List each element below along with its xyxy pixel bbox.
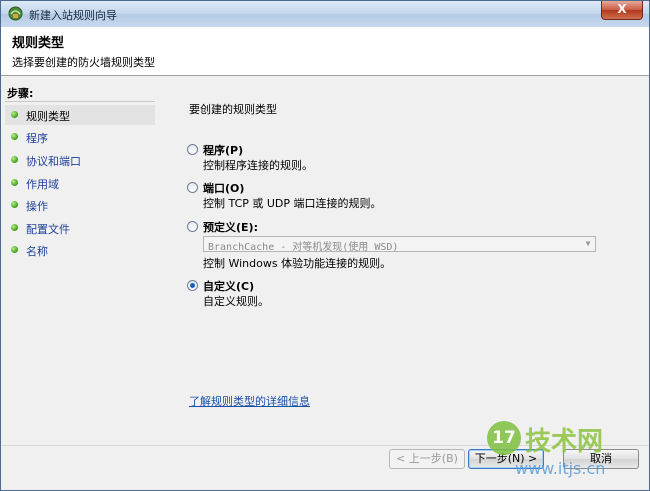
option-port-desc: 控制 TCP 或 UDP 端口连接的规则。 bbox=[203, 197, 382, 210]
cancel-button[interactable]: 取消 bbox=[563, 449, 639, 469]
sidebar-item-name[interactable]: 名称 bbox=[5, 240, 155, 260]
sidebar-item-label: 规则类型 bbox=[26, 110, 70, 123]
step-dot-icon bbox=[11, 111, 18, 118]
option-program-label[interactable]: 程序(P) bbox=[203, 142, 243, 158]
sidebar-item-program[interactable]: 程序 bbox=[5, 127, 155, 147]
option-custom-label[interactable]: 自定义(C) bbox=[203, 278, 254, 294]
title-bar: 新建入站规则向导 X bbox=[1, 1, 649, 28]
next-button[interactable]: 下一步(N) > bbox=[468, 449, 544, 469]
main-content: 要创建的规则类型 程序(P) 控制程序连接的规则。 端口(O) 控制 TCP 或… bbox=[159, 83, 639, 443]
sidebar-item-label: 名称 bbox=[26, 245, 48, 258]
sidebar-item-label: 协议和端口 bbox=[26, 155, 81, 168]
step-dot-icon bbox=[11, 224, 18, 231]
option-predefined-desc: 控制 Windows 体验功能连接的规则。 bbox=[203, 257, 392, 270]
step-dot-icon bbox=[11, 133, 18, 140]
predefined-select-value: BranchCache - 对等机发现(使用 WSD) bbox=[208, 242, 399, 253]
option-custom-desc: 自定义规则。 bbox=[203, 295, 269, 308]
step-dot-icon bbox=[11, 156, 18, 163]
sidebar-item-rule-type[interactable]: 规则类型 bbox=[5, 105, 155, 125]
sidebar-item-label: 操作 bbox=[26, 200, 48, 213]
steps-sidebar: 步骤: 规则类型 程序 协议和端口 作用域 操作 配置文件 名称 bbox=[1, 83, 157, 463]
sidebar-item-profile[interactable]: 配置文件 bbox=[5, 218, 155, 238]
sidebar-item-label: 配置文件 bbox=[26, 223, 70, 236]
sidebar-item-action[interactable]: 操作 bbox=[5, 195, 155, 215]
option-port-label[interactable]: 端口(O) bbox=[203, 180, 244, 196]
sidebar-item-label: 程序 bbox=[26, 132, 48, 145]
steps-label: 步骤: bbox=[7, 87, 34, 100]
radio-port[interactable] bbox=[187, 182, 198, 193]
step-dot-icon bbox=[11, 179, 18, 186]
back-button[interactable]: < 上一步(B) bbox=[389, 449, 465, 469]
wizard-window: 新建入站规则向导 X 规则类型 选择要创建的防火墙规则类型 步骤: 规则类型 程… bbox=[0, 0, 650, 491]
page-title: 规则类型 bbox=[12, 36, 65, 51]
wizard-header: 规则类型 选择要创建的防火墙规则类型 bbox=[1, 27, 649, 76]
close-button[interactable]: X bbox=[601, 1, 643, 20]
sidebar-item-protocol-ports[interactable]: 协议和端口 bbox=[5, 150, 155, 170]
chevron-down-icon: ▼ bbox=[585, 239, 591, 248]
radio-custom[interactable] bbox=[187, 280, 198, 291]
learn-more-link[interactable]: 了解规则类型的详细信息 bbox=[189, 393, 310, 409]
step-dot-icon bbox=[11, 201, 18, 208]
sidebar-item-scope[interactable]: 作用域 bbox=[5, 173, 155, 193]
radio-predefined[interactable] bbox=[187, 221, 198, 232]
window-title: 新建入站规则向导 bbox=[29, 9, 117, 22]
rule-type-prompt: 要创建的规则类型 bbox=[189, 103, 277, 116]
predefined-select[interactable]: BranchCache - 对等机发现(使用 WSD) ▼ bbox=[203, 236, 596, 253]
step-dot-icon bbox=[11, 246, 18, 253]
option-program-desc: 控制程序连接的规则。 bbox=[203, 159, 313, 172]
radio-program[interactable] bbox=[187, 144, 198, 155]
option-predefined-label[interactable]: 预定义(E): bbox=[203, 219, 258, 235]
page-subtitle: 选择要创建的防火墙规则类型 bbox=[12, 56, 155, 69]
footer-divider bbox=[1, 445, 649, 446]
firewall-icon bbox=[8, 6, 23, 21]
sidebar-item-label: 作用域 bbox=[26, 178, 59, 191]
steps-divider bbox=[5, 101, 155, 102]
